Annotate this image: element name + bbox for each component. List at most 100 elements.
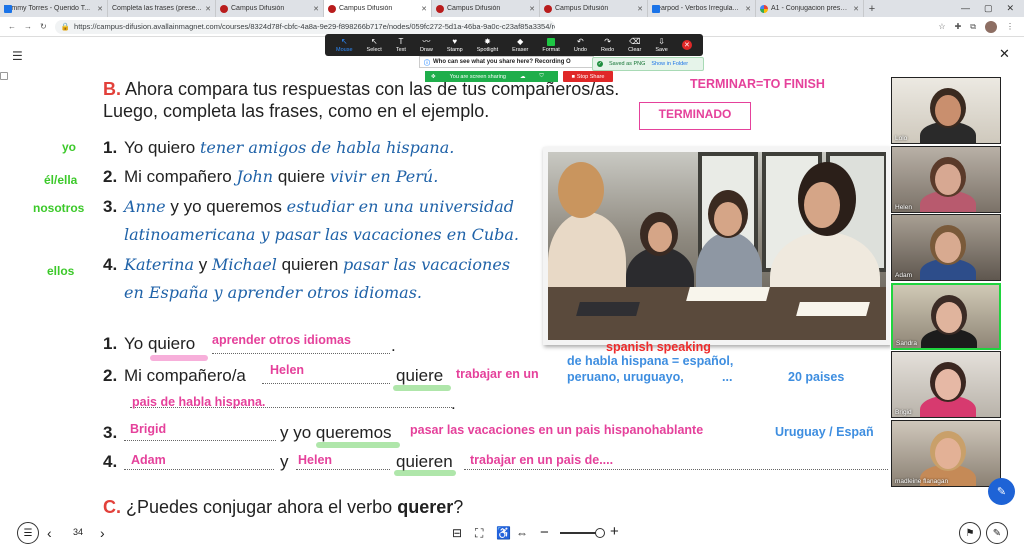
- browser-tab[interactable]: Campus Difusión ✕: [216, 0, 324, 17]
- blue-annotation: peruano, uruguayo,: [567, 370, 684, 384]
- participant-video-tile[interactable]: madleine flanagan: [891, 420, 1001, 487]
- zoom-in-icon[interactable]: +: [610, 523, 619, 540]
- hamburger-menu-icon[interactable]: ☰: [12, 49, 23, 63]
- browser-tab[interactable]: Completa las frases (prese... ✕: [0, 0, 216, 80]
- bookmark-star-icon[interactable]: ☆: [938, 22, 945, 31]
- item-number: 3.: [103, 197, 118, 216]
- undo-icon: ↶: [577, 36, 584, 46]
- zoom-tool-format[interactable]: Format: [542, 37, 560, 53]
- show-in-folder-link[interactable]: Show in Folder: [651, 61, 688, 67]
- back-icon[interactable]: ←: [8, 22, 16, 31]
- zoom-tool-eraser[interactable]: ◆ Eraser: [512, 37, 528, 53]
- next-page-icon[interactable]: ›: [100, 525, 105, 541]
- prev-page-icon[interactable]: ‹: [47, 525, 52, 541]
- notes-button[interactable]: ✎: [986, 522, 1008, 544]
- minimize-icon[interactable]: —: [961, 3, 970, 14]
- reload-icon[interactable]: ↻: [40, 22, 47, 31]
- pink-answer: Brigid: [130, 422, 167, 436]
- zoom-slider[interactable]: [560, 528, 605, 538]
- browser-tab[interactable]: A1 - Conjugacion presente...✕: [756, 0, 864, 17]
- blue-annotation: ...: [722, 370, 733, 384]
- browser-tab[interactable]: Nearpod - Verbos Irregula... ✕: [648, 0, 756, 17]
- pink-answer: trabajar en un: [456, 367, 539, 381]
- pink-answer: Adam: [131, 453, 166, 467]
- answer-blank[interactable]: [262, 383, 390, 384]
- pink-answer: pasar las vacaciones en un pais hispanoh…: [410, 423, 704, 437]
- edit-pen-button[interactable]: ✎: [988, 478, 1015, 505]
- grip-icon[interactable]: ✥: [431, 74, 436, 80]
- tab-close-icon[interactable]: ✕: [745, 5, 751, 13]
- new-tab-button[interactable]: +: [864, 3, 880, 15]
- browser-tab[interactable]: Tommy Torres - Querido T... ✕: [0, 0, 108, 17]
- stop-share-button[interactable]: ■ Stop Share: [563, 71, 613, 82]
- fit-width-icon[interactable]: ⇔: [516, 526, 528, 540]
- participant-face: [935, 163, 961, 195]
- participant-video-tile[interactable]: Brigid: [891, 351, 1001, 419]
- zoom-tool-select[interactable]: ↖ Select: [367, 36, 382, 53]
- tab-close-icon[interactable]: ✕: [853, 5, 859, 13]
- puzzle-icon[interactable]: ⧉: [970, 22, 976, 32]
- zoom-tool-redo[interactable]: ↷ Redo: [601, 37, 614, 53]
- answer-blank[interactable]: [124, 469, 274, 470]
- maximize-icon[interactable]: ▢: [984, 3, 993, 14]
- tab-close-icon[interactable]: ✕: [205, 5, 211, 13]
- zoom-tool-draw[interactable]: 〰 Draw: [420, 37, 433, 53]
- participant-video-tile[interactable]: Adam: [891, 214, 1001, 282]
- zoom-tool-label: Format: [542, 46, 560, 53]
- browser-menu-icon[interactable]: ⋮: [1006, 22, 1014, 31]
- answer-blank[interactable]: [464, 469, 888, 470]
- zoom-tool-undo[interactable]: ↶ Undo: [573, 36, 587, 53]
- profile-avatar[interactable]: [985, 20, 997, 33]
- accessibility-icon[interactable]: ♿: [496, 526, 511, 540]
- info-icon: ⓘ: [424, 60, 431, 67]
- participant-name: Lolo: [895, 135, 908, 142]
- browser-tab[interactable]: Campus Difusión ✕: [324, 0, 432, 17]
- url-field[interactable]: 🔒 https://campus-difusion.avallainmagnet…: [54, 19, 555, 34]
- participant-video-tile[interactable]: Lolo: [891, 77, 1001, 144]
- select-icon: ↖: [370, 36, 378, 46]
- zoom-tool-clear[interactable]: ⌫ Clear: [628, 37, 641, 53]
- browser-tab[interactable]: Campus Difusión ✕: [432, 0, 540, 17]
- item-number: 2.: [103, 366, 118, 385]
- answer-blank[interactable]: [212, 353, 390, 354]
- bookmark-button[interactable]: ⚑: [959, 522, 981, 544]
- zoom-tool-mouse[interactable]: ↖ Mouse: [336, 37, 353, 53]
- item-number: 4.: [103, 452, 118, 471]
- example-sentence-3: Anne y yo queremos estudiar en una unive…: [124, 197, 514, 216]
- zoom-tool-label: Undo: [573, 46, 587, 53]
- answer-blank[interactable]: [296, 469, 390, 470]
- fullscreen-icon[interactable]: ⛶: [475, 526, 483, 541]
- forward-icon[interactable]: →: [24, 22, 32, 31]
- stop-icon: ■: [571, 73, 575, 80]
- close-icon[interactable]: ✕: [999, 46, 1010, 62]
- tab-close-icon[interactable]: ✕: [637, 5, 643, 13]
- close-window-icon[interactable]: ✕: [1006, 3, 1014, 14]
- difusion-favicon-icon: [220, 4, 228, 13]
- zoom-tool-spotlight[interactable]: ✸ Spotlight: [477, 37, 498, 53]
- zoom-tool-stamp[interactable]: ♥ Stamp: [447, 37, 463, 53]
- answer-blank[interactable]: [124, 440, 276, 441]
- tab-close-icon[interactable]: ✕: [421, 5, 427, 13]
- extension-icon[interactable]: ✚: [955, 22, 962, 31]
- contents-menu-button[interactable]: ☰: [17, 522, 39, 544]
- section-c-heading: C. ¿Puedes conjugar ahora el verbo quere…: [103, 497, 464, 517]
- page-view-icon[interactable]: ⊟: [452, 526, 462, 540]
- tab-close-icon[interactable]: ✕: [529, 5, 535, 13]
- tab-close-icon[interactable]: ✕: [313, 5, 319, 13]
- tab-title: Nearpod - Verbos Irregula...: [652, 5, 739, 12]
- photo-image: [548, 152, 886, 340]
- zoom-tool-text[interactable]: T Text: [396, 37, 406, 53]
- blue-annotation: de habla hispana = español,: [567, 354, 734, 368]
- zoom-slider-knob[interactable]: [595, 528, 605, 538]
- cloud-icon: ☁: [519, 73, 526, 80]
- zoom-out-icon[interactable]: −: [540, 524, 549, 541]
- participant-video-tile[interactable]: Sandra: [891, 282, 1001, 350]
- zoom-tool-save[interactable]: ⇩ Save: [655, 37, 668, 53]
- close-annotation-icon[interactable]: ✕: [681, 40, 692, 50]
- tab-close-icon[interactable]: ✕: [97, 5, 103, 13]
- participant-video-tile[interactable]: Helen: [891, 145, 1001, 213]
- item-number: 3.: [103, 423, 118, 442]
- blue-annotation: 20 paises: [788, 370, 845, 384]
- browser-tab[interactable]: Campus Difusión ✕: [540, 0, 648, 17]
- sharing-text: You are screen sharing: [449, 73, 506, 80]
